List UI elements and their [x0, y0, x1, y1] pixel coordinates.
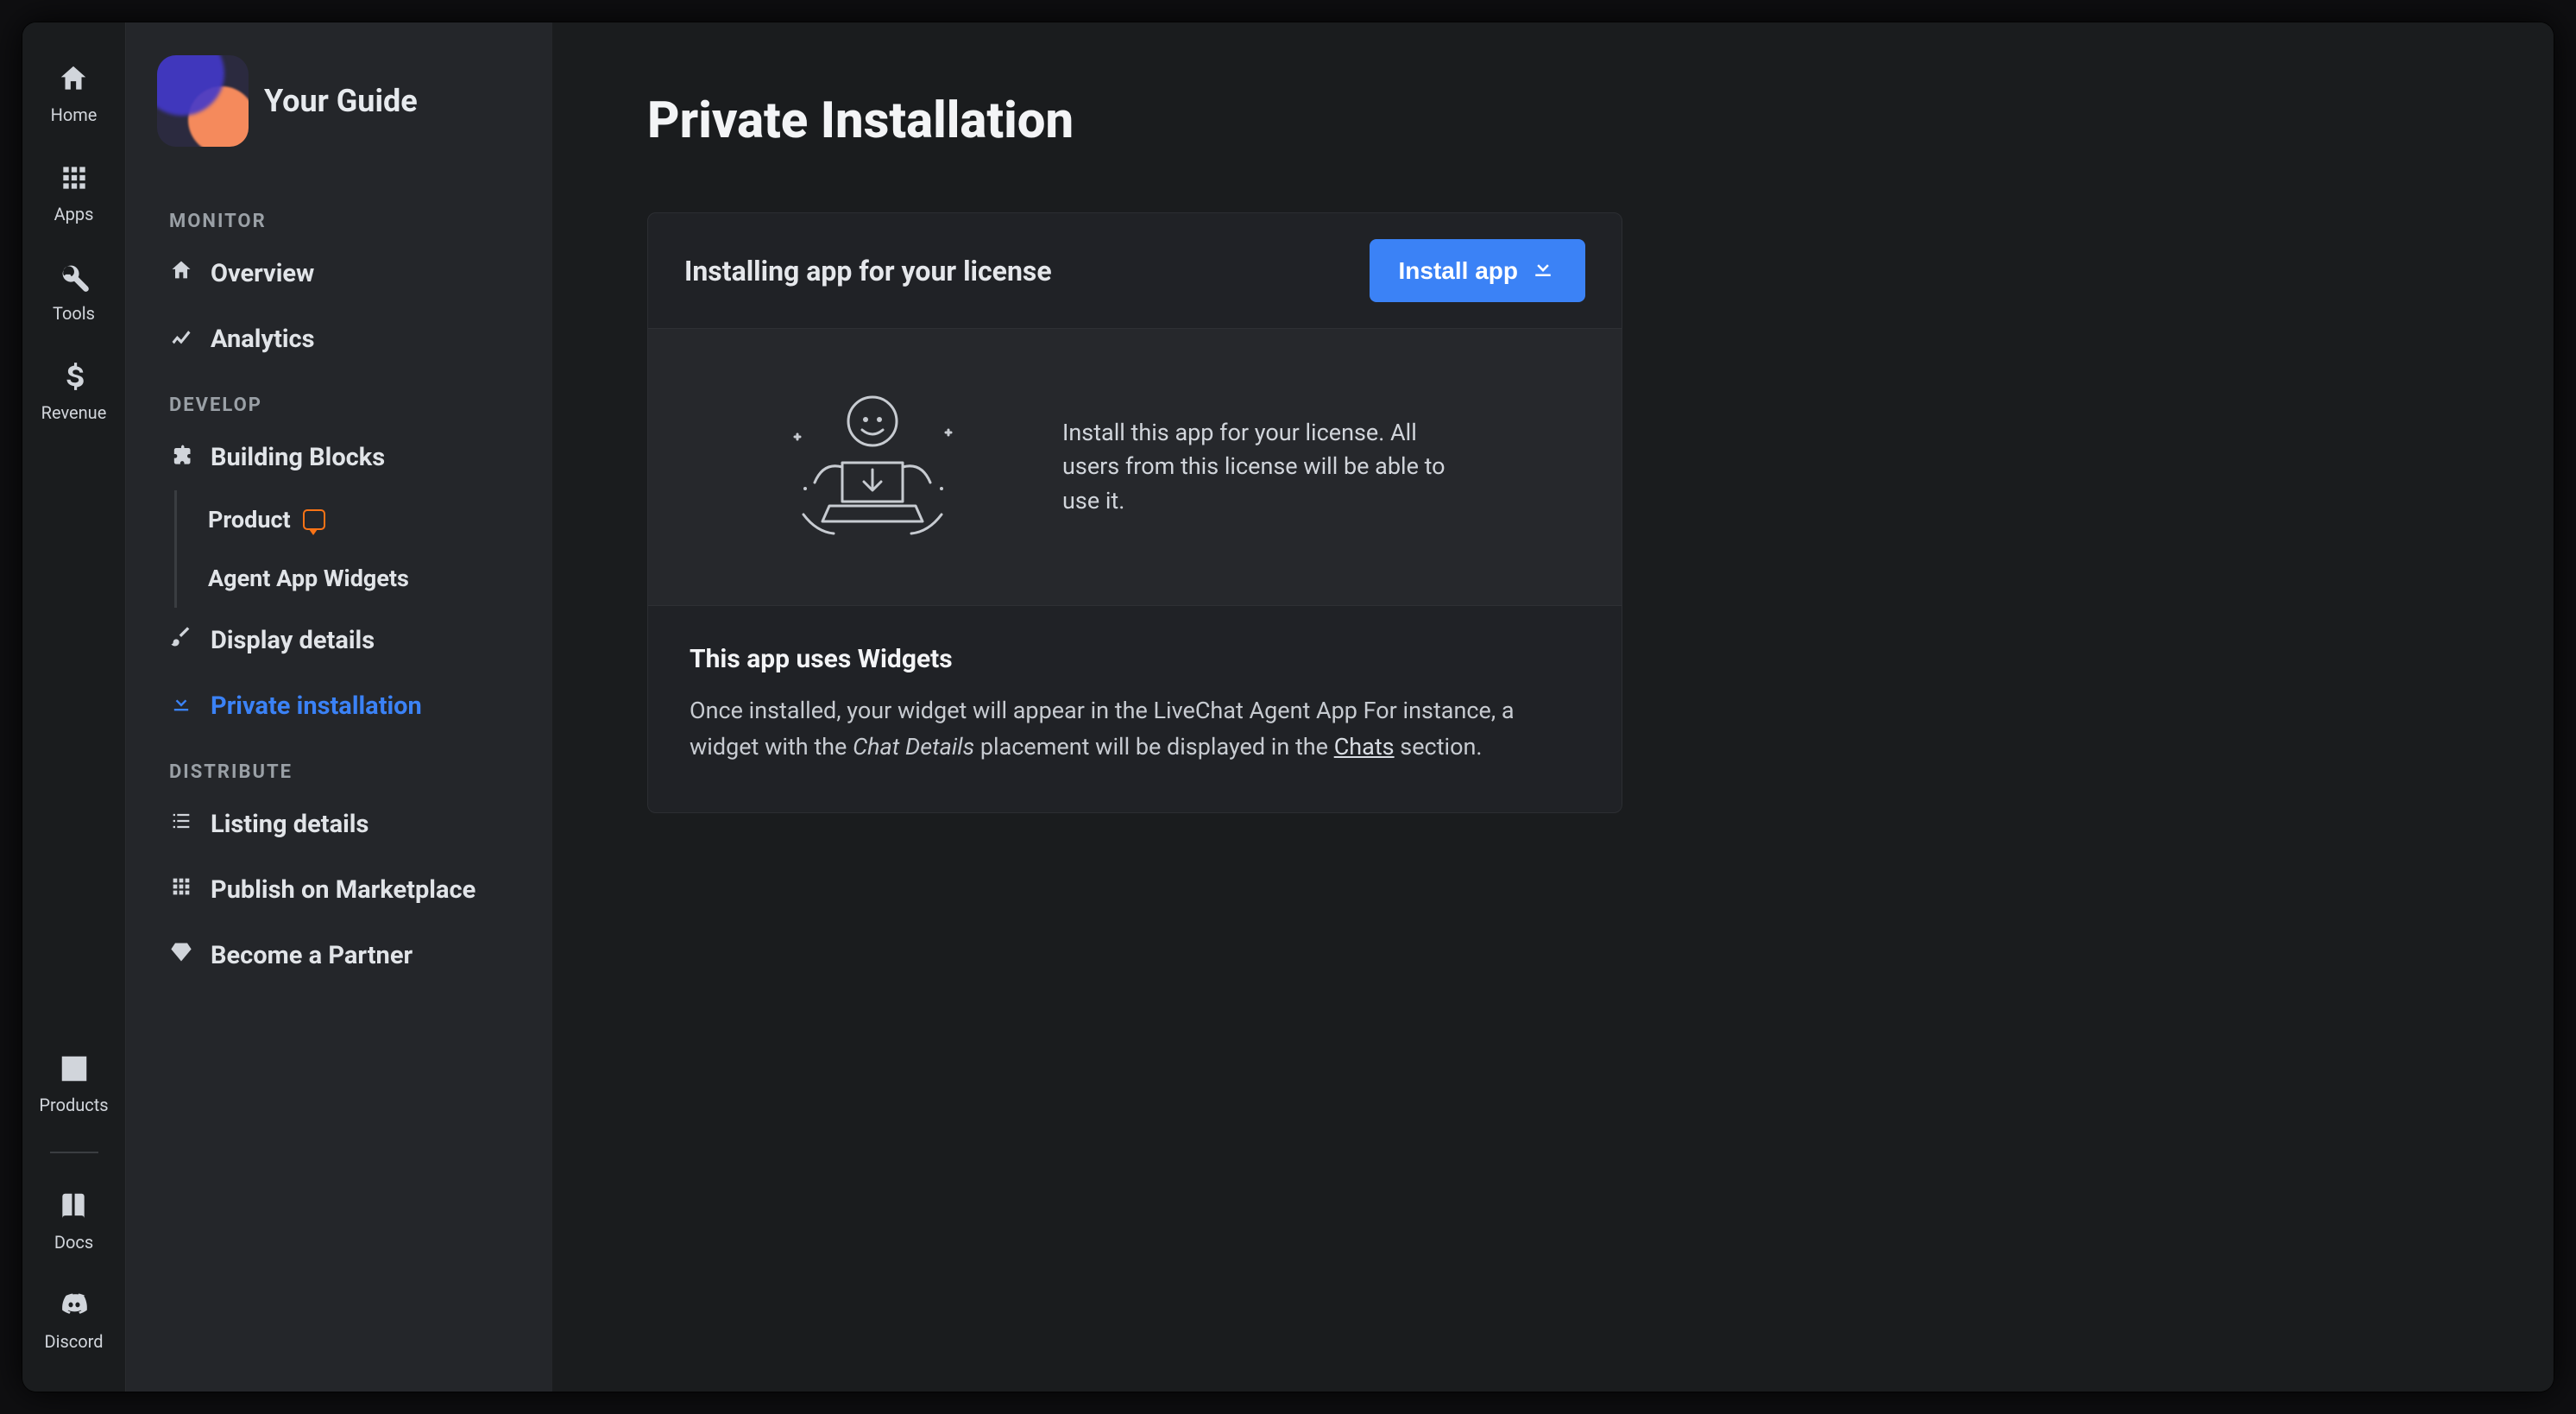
nav-item-label: Analytics: [211, 325, 315, 354]
rail-item-home[interactable]: Home: [51, 62, 98, 125]
apps-icon: [169, 874, 193, 906]
nav-item-publish-marketplace[interactable]: Publish on Marketplace: [157, 857, 535, 923]
app-shell: Home Apps Tools Revenue: [22, 22, 2554, 1392]
sidebar: Your Guide MONITOR Overview Analytics DE…: [126, 22, 552, 1392]
nav-item-label: Publish on Marketplace: [211, 875, 476, 905]
house-icon: [169, 258, 193, 289]
rail-item-label: Apps: [54, 204, 94, 224]
card-band: Install this app for your license. All u…: [648, 328, 1622, 606]
dollar-icon: [58, 360, 91, 397]
install-illustration: [752, 381, 993, 553]
card-body: This app uses Widgets Once installed, yo…: [648, 606, 1622, 812]
card-header: Installing app for your license Install …: [648, 213, 1622, 328]
wrench-icon: [58, 261, 91, 298]
grid-icon: [58, 161, 91, 199]
rail-item-docs[interactable]: Docs: [54, 1190, 93, 1253]
rail-item-discord[interactable]: Discord: [44, 1289, 103, 1352]
window-icon: [58, 1052, 91, 1089]
chats-link[interactable]: Chats: [1334, 733, 1395, 761]
rail-item-label: Docs: [54, 1232, 93, 1253]
install-app-button[interactable]: Install app: [1370, 239, 1585, 302]
list-icon: [169, 809, 193, 840]
nav-item-analytics[interactable]: Analytics: [157, 306, 535, 372]
rail-item-tools[interactable]: Tools: [53, 261, 95, 324]
rail-item-apps[interactable]: Apps: [54, 161, 94, 224]
main-content: Private Installation Installing app for …: [552, 22, 2554, 1392]
rail-item-label: Home: [51, 104, 98, 125]
rail-divider: [50, 1152, 98, 1153]
nav-item-label: Become a Partner: [211, 941, 413, 970]
card-band-text: Install this app for your license. All u…: [1062, 416, 1459, 517]
card-header-title: Installing app for your license: [684, 255, 1052, 287]
brush-icon: [169, 625, 193, 656]
chart-line-icon: [169, 324, 193, 355]
nav-item-become-partner[interactable]: Become a Partner: [157, 923, 535, 988]
chat-bubble-icon: [303, 509, 325, 530]
download-icon: [169, 691, 193, 722]
nav-item-label: Overview: [211, 259, 314, 288]
guide-logo: [157, 55, 249, 147]
section-label-monitor: MONITOR: [157, 188, 535, 241]
rail-item-revenue[interactable]: Revenue: [41, 360, 107, 423]
guide-header: Your Guide: [157, 55, 535, 188]
widgets-section-paragraph: Once installed, your widget will appear …: [690, 693, 1580, 766]
nav-item-label: Product: [208, 506, 291, 533]
nav-item-label: Private installation: [211, 691, 422, 721]
text-part: placement will be displayed in the: [974, 733, 1334, 761]
rail-item-products[interactable]: Products: [39, 1052, 108, 1115]
rail-item-label: Revenue: [41, 402, 107, 423]
home-icon: [57, 62, 90, 99]
nav-item-listing-details[interactable]: Listing details: [157, 792, 535, 857]
install-card: Installing app for your license Install …: [647, 212, 1622, 813]
install-app-button-label: Install app: [1399, 257, 1518, 285]
nav-subitem-product[interactable]: Product: [174, 490, 535, 549]
nav-item-label: Display details: [211, 626, 375, 655]
nav-item-overview[interactable]: Overview: [157, 241, 535, 306]
rail-bottom-group: Products Docs Discord: [39, 1052, 108, 1392]
discord-icon: [58, 1289, 91, 1326]
nav-subitem-agent-widgets[interactable]: Agent App Widgets: [174, 549, 535, 608]
download-icon: [1530, 255, 1556, 287]
nav-item-label: Agent App Widgets: [208, 565, 409, 592]
chat-details-emphasis: Chat Details: [853, 733, 974, 761]
nav-item-label: Building Blocks: [211, 443, 385, 472]
rail-item-label: Discord: [44, 1331, 103, 1352]
diamond-icon: [169, 940, 193, 971]
section-label-distribute: DISTRIBUTE: [157, 739, 535, 792]
mini-rail: Home Apps Tools Revenue: [22, 22, 126, 1392]
text-part: section.: [1395, 733, 1483, 761]
nav-item-label: Listing details: [211, 810, 368, 839]
puzzle-icon: [169, 442, 193, 473]
nav-item-building-blocks[interactable]: Building Blocks: [157, 425, 535, 490]
book-icon: [57, 1190, 90, 1227]
page-title: Private Installation: [647, 92, 2459, 150]
nav-item-private-installation[interactable]: Private installation: [157, 673, 535, 739]
rail-item-label: Tools: [53, 303, 95, 324]
section-label-develop: DEVELOP: [157, 372, 535, 425]
rail-item-label: Products: [39, 1095, 108, 1115]
guide-title: Your Guide: [264, 83, 418, 119]
widgets-section-title: This app uses Widgets: [690, 644, 1580, 674]
rail-top-group: Home Apps Tools Revenue: [41, 22, 107, 423]
nav-item-display-details[interactable]: Display details: [157, 608, 535, 673]
